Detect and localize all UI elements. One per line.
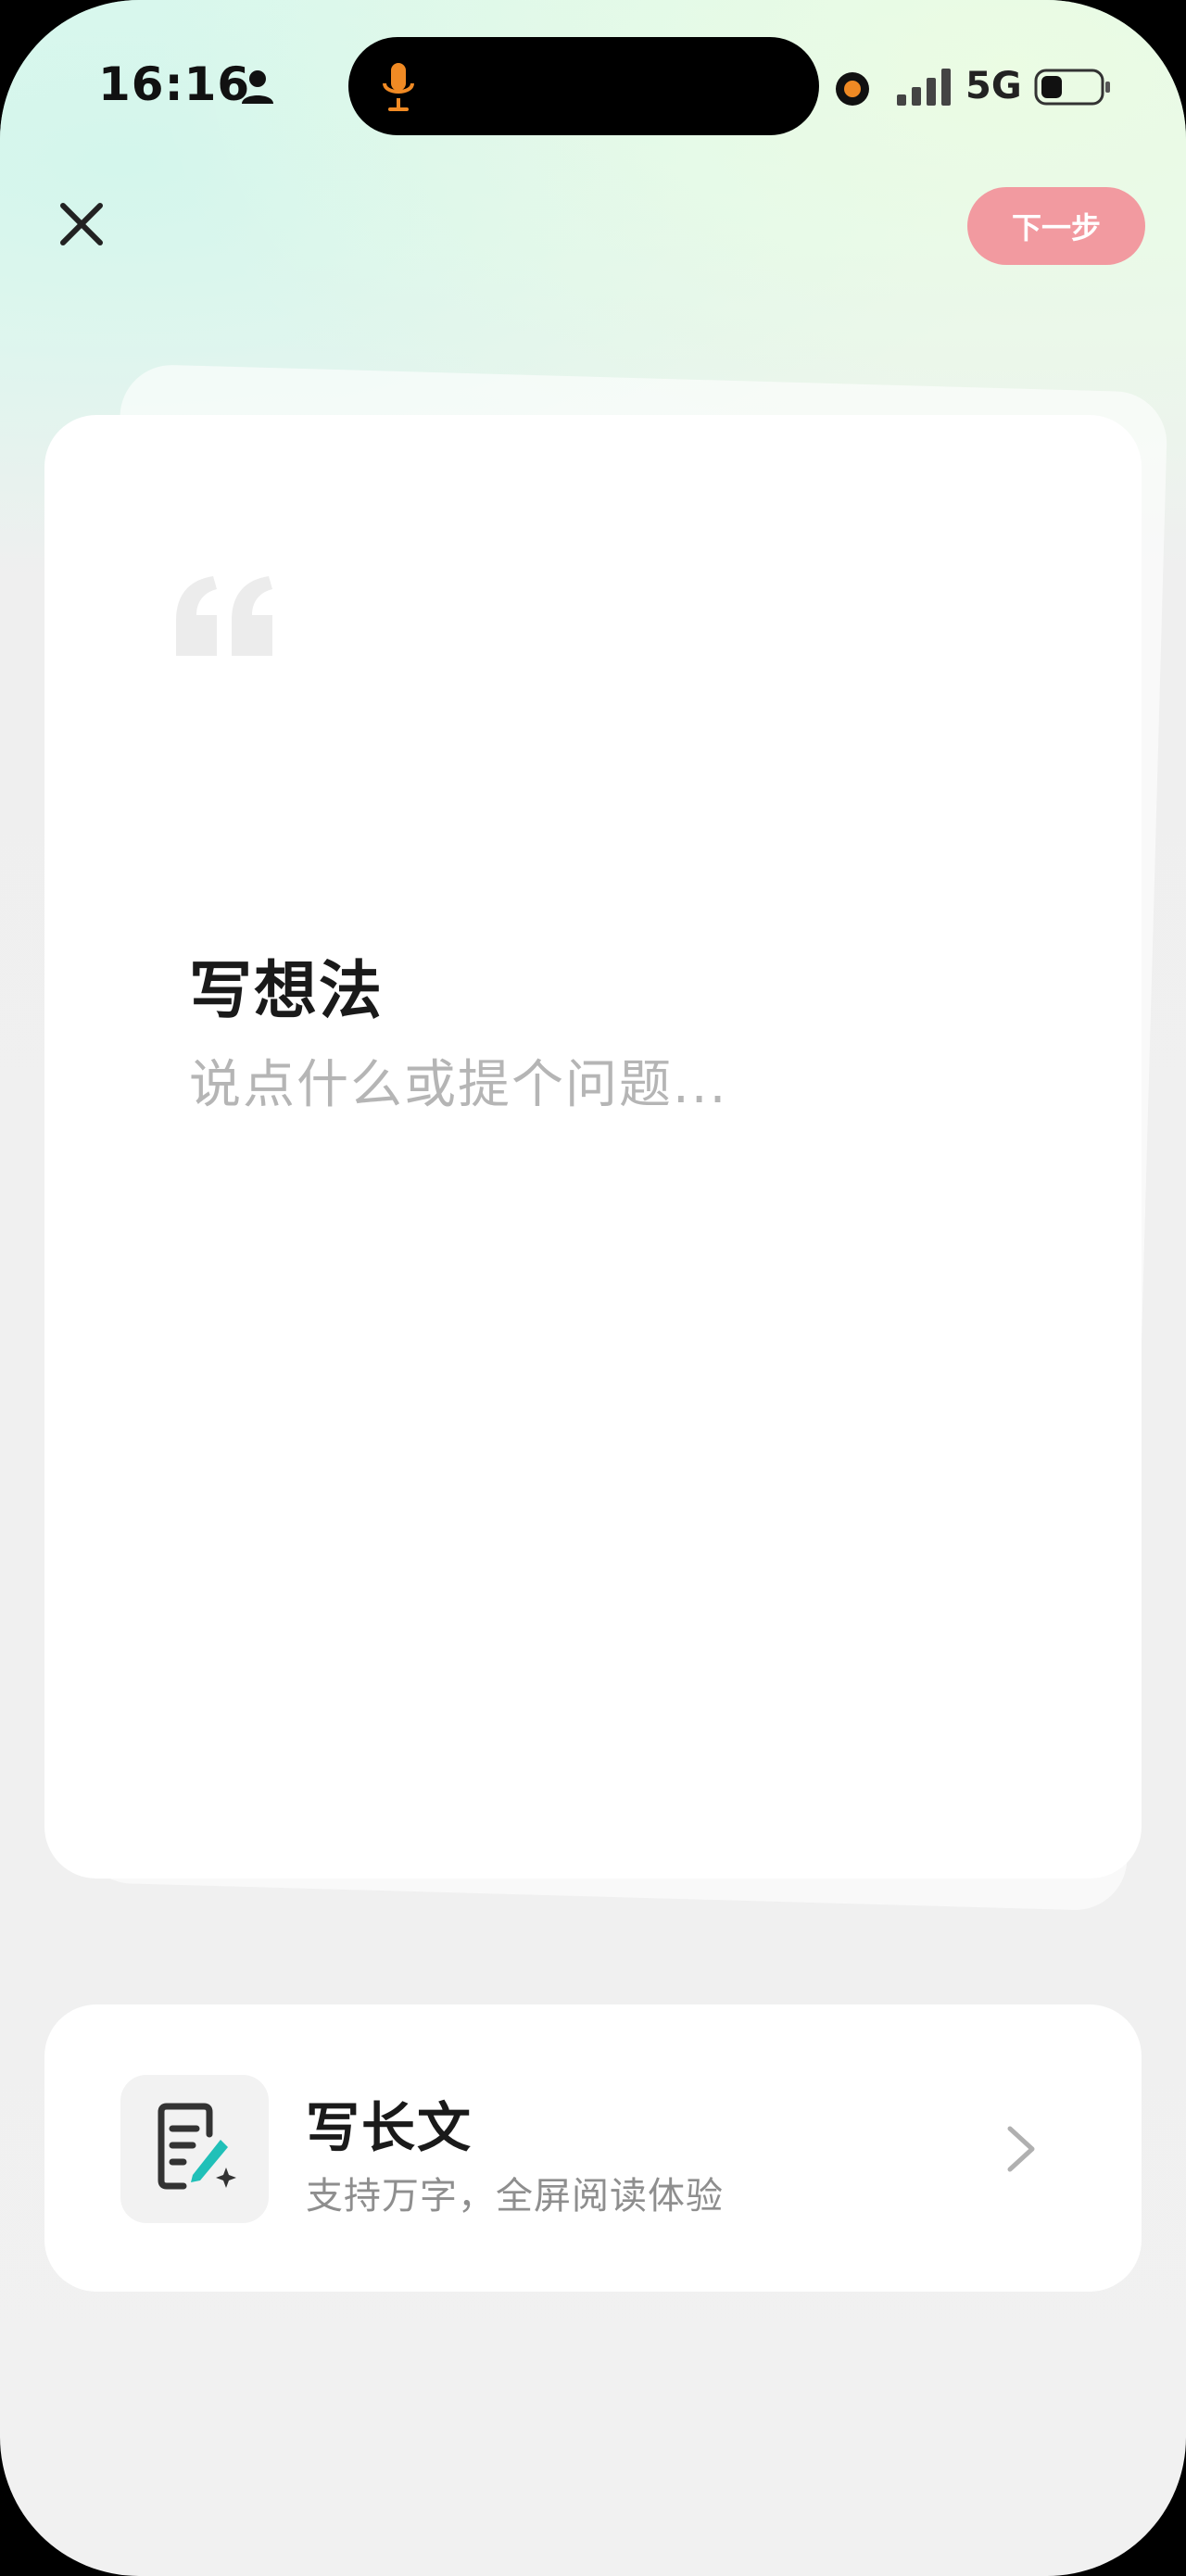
chevron-right-icon — [1007, 2126, 1035, 2172]
close-icon[interactable] — [56, 198, 107, 250]
long-article-title: 写长文 — [306, 2096, 473, 2159]
signal-icon — [897, 69, 951, 106]
app-screen: 16:16 5G 下一步 写想法 说点什么或提个问题... 写长文 支持万字，全… — [0, 0, 1186, 2576]
mic-icon — [383, 63, 414, 111]
quote-icon — [176, 576, 272, 656]
write-document-icon — [158, 2103, 236, 2190]
long-article-subtitle: 支持万字，全屏阅读体验 — [306, 2175, 724, 2218]
person-icon — [242, 70, 273, 104]
composer-card[interactable]: 写想法 说点什么或提个问题... — [44, 415, 1142, 1879]
write-long-article-card[interactable]: 写长文 支持万字，全屏阅读体验 — [44, 2004, 1142, 2292]
composer-input-placeholder[interactable]: 说点什么或提个问题... — [189, 1043, 727, 1118]
next-step-button[interactable]: 下一步 — [967, 187, 1145, 265]
composer-title: 写想法 — [189, 955, 385, 1028]
dynamic-island — [348, 37, 819, 135]
status-time: 16:16 — [98, 57, 251, 111]
article-icon-container — [120, 2075, 269, 2223]
network-label: 5G — [965, 65, 1022, 107]
recording-indicator — [836, 72, 869, 106]
battery-icon — [1034, 69, 1110, 106]
